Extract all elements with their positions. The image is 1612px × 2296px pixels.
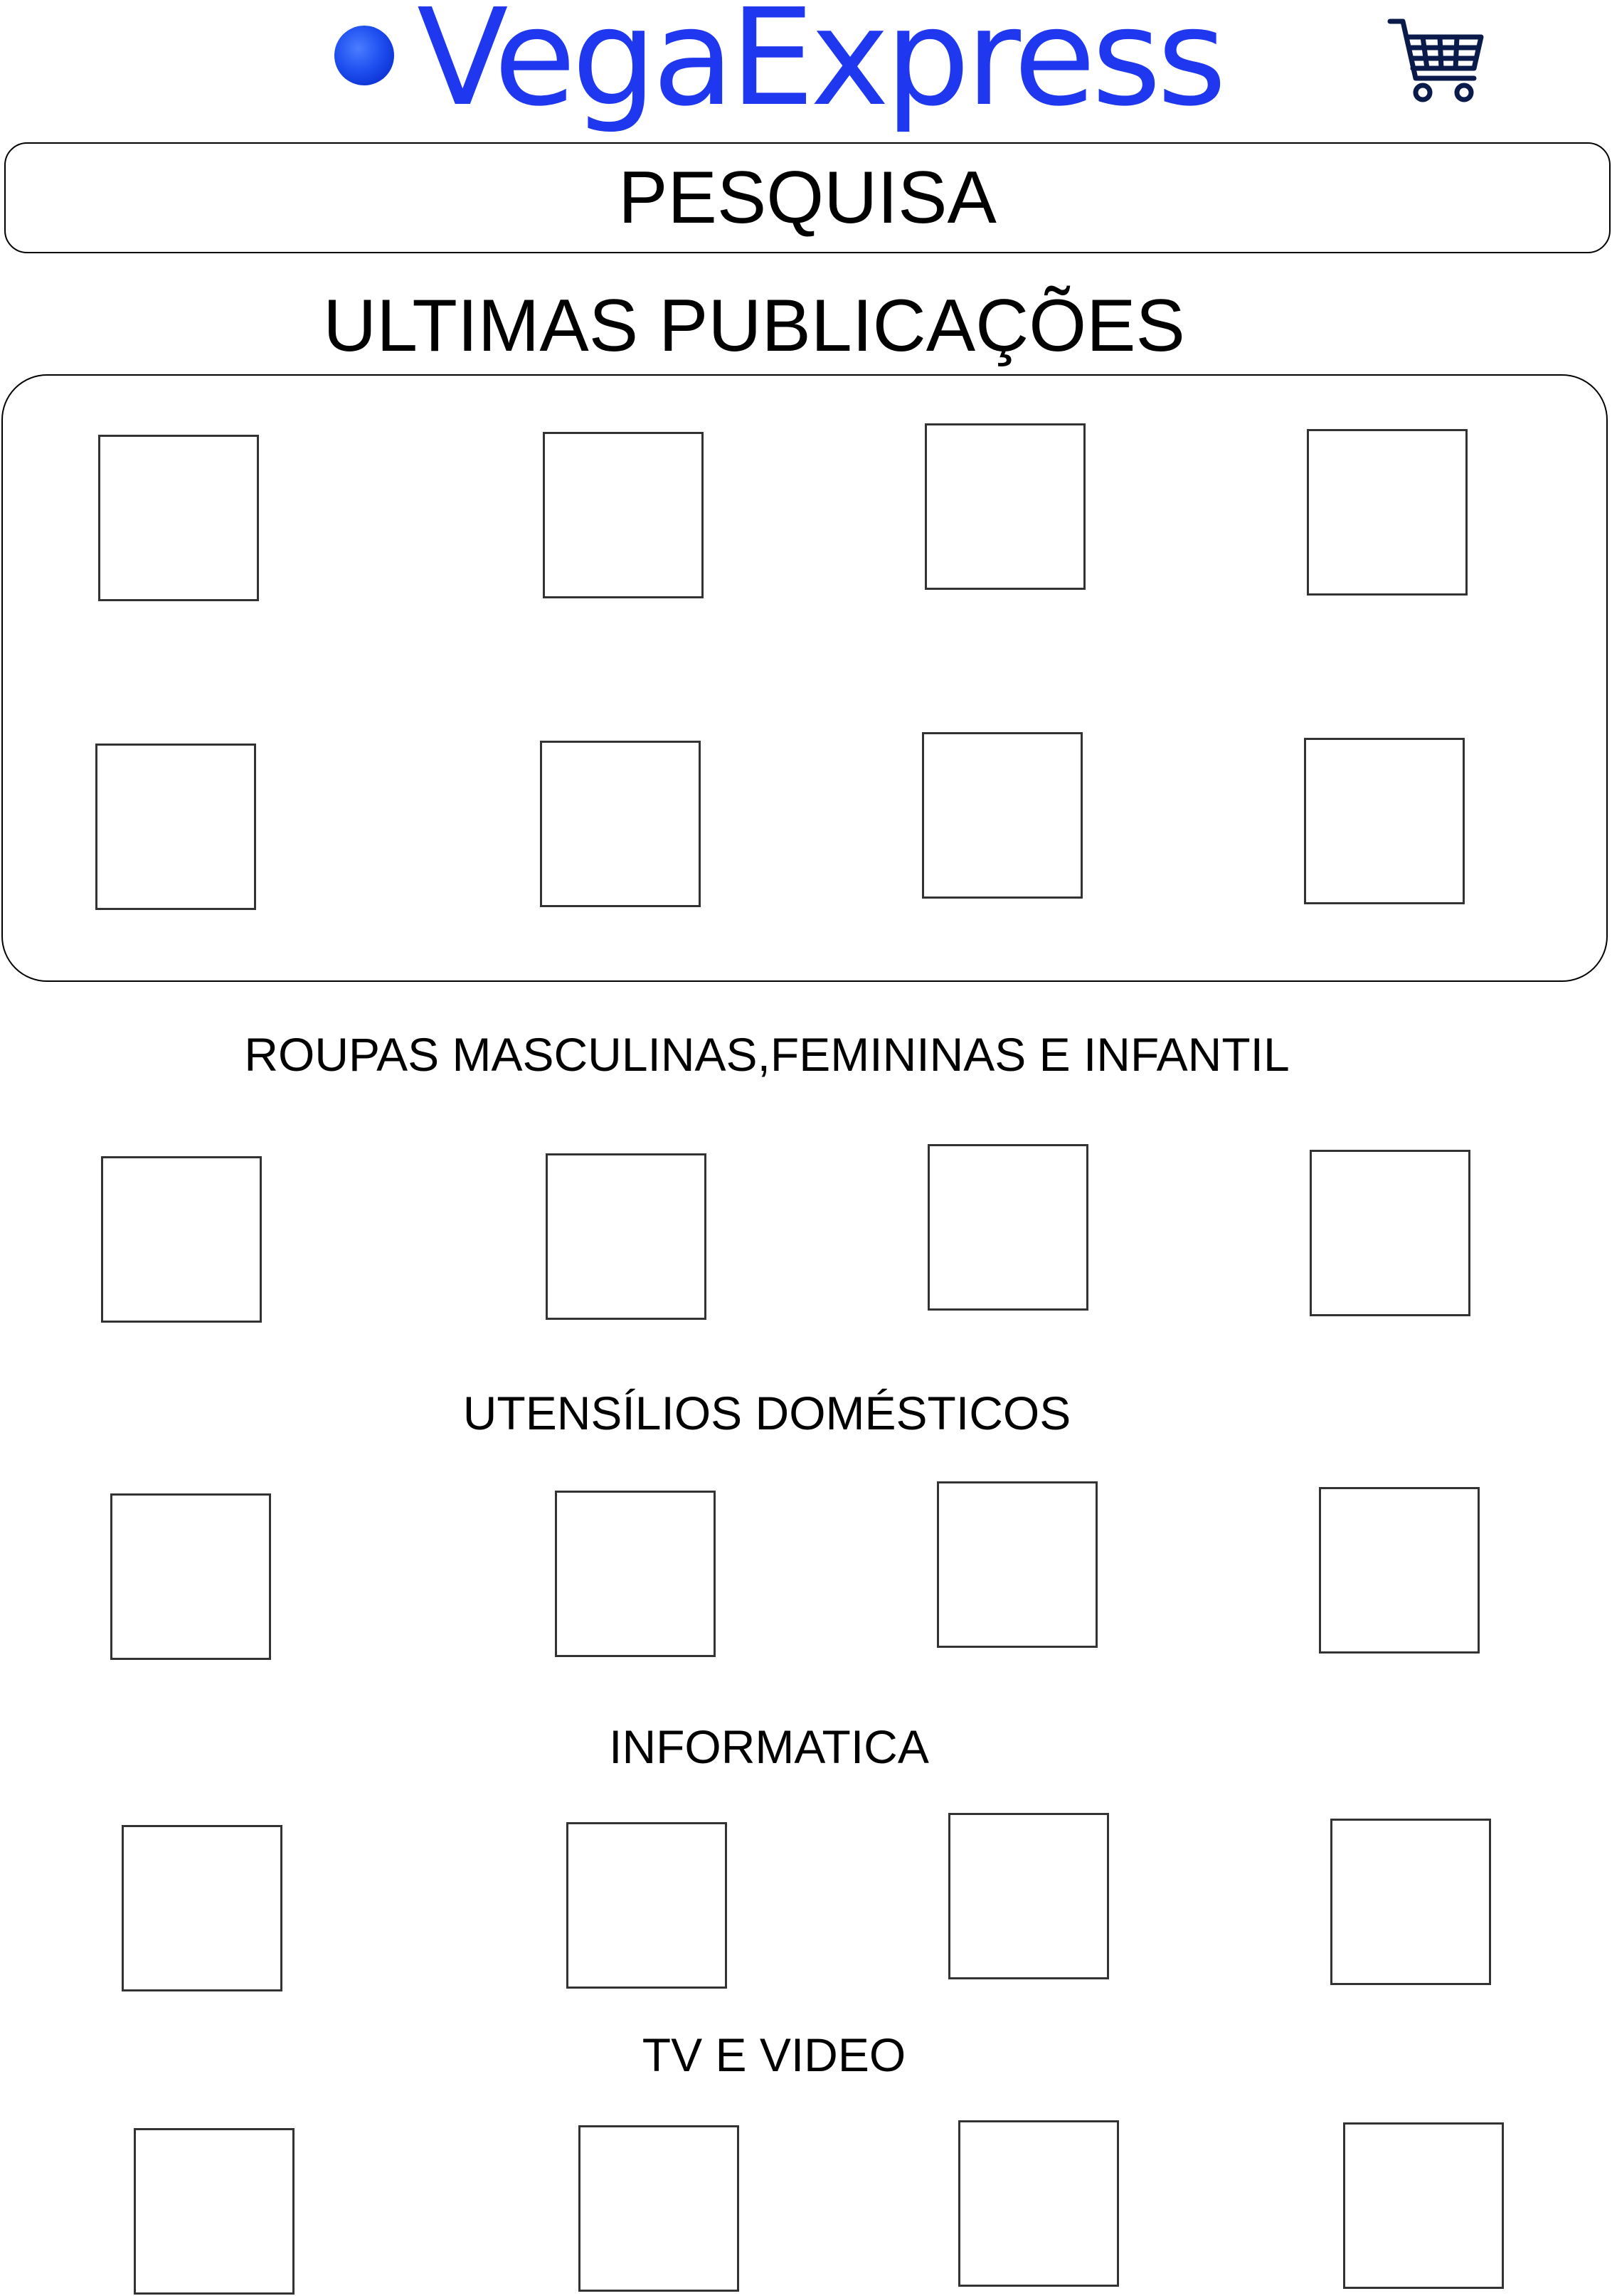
latest-post-thumbnail[interactable] xyxy=(922,732,1083,899)
product-thumbnail[interactable] xyxy=(928,1144,1088,1311)
shopping-cart-icon[interactable] xyxy=(1387,16,1487,107)
category-title-clothing: ROUPAS MASCULINAS,FEMININAS E INFANTIL xyxy=(244,1028,1290,1081)
product-thumbnail[interactable] xyxy=(578,2125,739,2292)
product-thumbnail[interactable] xyxy=(1319,1487,1480,1654)
latest-post-thumbnail[interactable] xyxy=(1307,429,1468,596)
product-thumbnail[interactable] xyxy=(937,1481,1098,1648)
product-thumbnail[interactable] xyxy=(555,1491,716,1657)
latest-post-thumbnail[interactable] xyxy=(543,432,704,598)
product-thumbnail[interactable] xyxy=(566,1822,727,1989)
product-thumbnail[interactable] xyxy=(1330,1819,1491,1985)
category-title-computing: INFORMATICA xyxy=(609,1720,929,1773)
search-bar[interactable]: PESQUISA xyxy=(4,142,1611,253)
product-thumbnail[interactable] xyxy=(134,2128,295,2295)
product-thumbnail[interactable] xyxy=(948,1813,1109,1979)
product-thumbnail[interactable] xyxy=(122,1825,282,1991)
latest-post-thumbnail[interactable] xyxy=(540,741,701,907)
category-title-tv-video: TV E VIDEO xyxy=(642,2028,906,2081)
latest-posts-title: ULTIMAS PUBLICAÇÕES xyxy=(323,285,1185,367)
latest-post-thumbnail[interactable] xyxy=(95,744,256,910)
product-thumbnail[interactable] xyxy=(958,2120,1119,2287)
product-thumbnail[interactable] xyxy=(546,1153,706,1320)
latest-post-thumbnail[interactable] xyxy=(1304,738,1465,904)
logo-globe-icon xyxy=(334,26,394,85)
latest-post-thumbnail[interactable] xyxy=(925,423,1086,590)
brand-logo[interactable]: VegaExpress xyxy=(417,0,1226,129)
product-thumbnail[interactable] xyxy=(1343,2122,1504,2289)
search-label: PESQUISA xyxy=(618,157,997,239)
product-thumbnail[interactable] xyxy=(110,1493,271,1660)
product-thumbnail[interactable] xyxy=(101,1156,262,1323)
product-thumbnail[interactable] xyxy=(1310,1150,1470,1316)
latest-post-thumbnail[interactable] xyxy=(98,435,259,601)
category-title-household: UTENSÍLIOS DOMÉSTICOS xyxy=(462,1387,1071,1439)
